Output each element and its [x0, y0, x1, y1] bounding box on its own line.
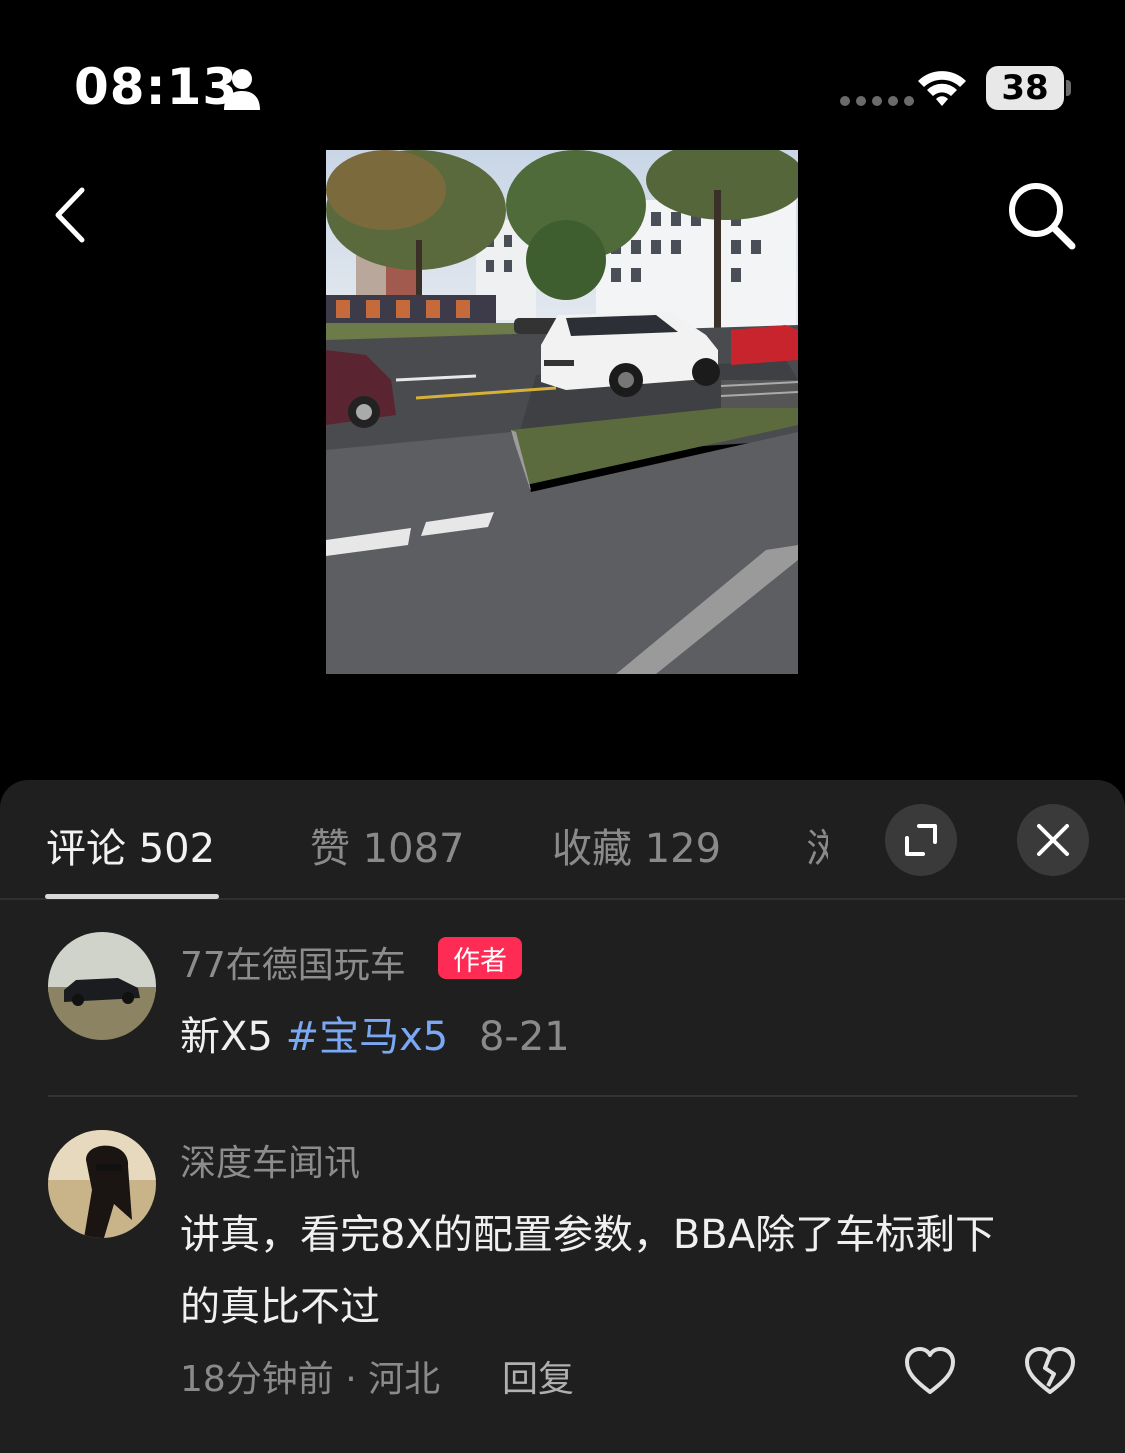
- reply-button[interactable]: 回复: [502, 1350, 574, 1402]
- wifi-icon: [918, 71, 966, 106]
- person-icon: [224, 69, 260, 110]
- battery-nub: [1066, 80, 1071, 96]
- close-icon: [1037, 824, 1069, 856]
- street-scene-image: [326, 150, 798, 674]
- tab-favorites[interactable]: 收藏 129: [552, 816, 721, 874]
- tab-likes[interactable]: 赞 1087: [310, 816, 465, 874]
- avatar[interactable]: [48, 1130, 156, 1238]
- broken-heart-icon[interactable]: [1024, 1346, 1076, 1396]
- comment-divider: [48, 1095, 1078, 1097]
- comment-date: 8-21: [478, 1014, 570, 1060]
- cellular-signal-icon: [840, 96, 914, 106]
- battery-indicator: 38: [986, 66, 1064, 110]
- back-icon[interactable]: [46, 184, 94, 246]
- comment-text-line-1: 讲真，看完8X的配置参数，BBA除了车标剩下: [180, 1212, 996, 1258]
- expand-button[interactable]: [885, 804, 957, 876]
- close-button[interactable]: [1017, 804, 1089, 876]
- expand-icon: [905, 824, 937, 856]
- active-tab-indicator: [45, 894, 219, 899]
- comment-username[interactable]: 77在德国玩车: [180, 936, 406, 988]
- status-time: 08:13: [74, 58, 239, 116]
- author-badge: 作者: [438, 937, 522, 979]
- post-photo[interactable]: [326, 150, 798, 674]
- portrait-avatar-image: [48, 1130, 156, 1238]
- heart-icon[interactable]: [904, 1346, 956, 1396]
- search-icon[interactable]: [1004, 178, 1078, 252]
- status-bar: 08:13 38: [0, 0, 1125, 150]
- car-avatar-image: [48, 932, 156, 1040]
- comment-body: 新X5: [180, 1014, 273, 1060]
- comment-meta: 18分钟前 · 河北: [180, 1359, 441, 1400]
- comment-text-line-2: 的真比不过: [180, 1284, 380, 1330]
- comment-text: 新X5 #宝马x5 8-21: [180, 1004, 570, 1062]
- tab-comments[interactable]: 评论 502: [46, 816, 215, 874]
- avatar[interactable]: [48, 932, 156, 1040]
- panel-tabs: 评论 502 赞 1087 收藏 129 浏: [0, 780, 1125, 900]
- tab-views[interactable]: 浏: [806, 816, 828, 866]
- hashtag-link[interactable]: #宝马x5: [286, 1014, 449, 1060]
- comment-username[interactable]: 深度车闻讯: [180, 1134, 360, 1186]
